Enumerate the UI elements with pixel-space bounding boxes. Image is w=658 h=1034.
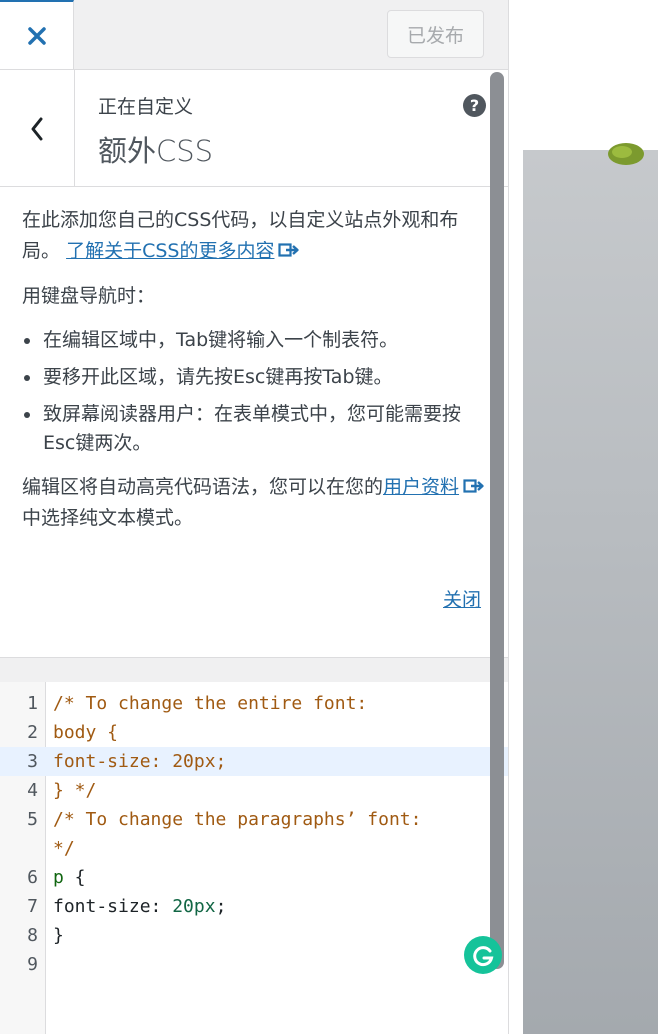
code-line[interactable]: 4 } */ [0,776,508,805]
css-selector: p [53,867,64,888]
customizer-sidebar: 已发布 正在自定义 额外CSS ? 在此添加您自己的CSS代码，以自定义站点外观… [0,0,509,1034]
list-item: 要移开此区域，请先按Esc键再按Tab键。 [22,363,488,392]
close-customizer-button[interactable] [0,0,74,69]
code-line-active[interactable]: 3 font-size: 20px; [0,747,508,776]
code-line[interactable]: 8 } [0,921,508,950]
section-header: 正在自定义 额外CSS ? [0,70,508,187]
user-profile-link[interactable]: 用户资料 [383,476,459,498]
keyboard-heading: 用键盘导航时： [22,285,156,307]
code-line[interactable]: 6 p { [0,863,508,892]
customizing-label: 正在自定义 [98,96,194,118]
highlight-paragraph: 编辑区将自动高亮代码语法，您可以在您的用户资料中选择纯文本模式。 [22,472,488,534]
code-line[interactable]: 5 /* To change the paragraphs’ font: [0,805,508,834]
code-line-wrapped[interactable]: */ [0,834,508,863]
line-number: 8 [27,925,38,946]
grammarly-g-glyph [473,946,494,967]
line-number: 9 [27,954,38,975]
help-question-icon[interactable]: ? [463,94,486,117]
external-link-icon [463,479,484,493]
close-description-link[interactable]: 关闭 [443,585,481,612]
close-x-icon [27,26,46,45]
code-line[interactable]: 7 font-size: 20px; [0,892,508,921]
code-brace: { [63,867,86,888]
line-number: 6 [27,867,38,888]
css-code-editor[interactable]: 1 /* To change the entire font: 2 body {… [0,682,508,1034]
list-item: 在编辑区域中，Tab键将输入一个制表符。 [22,326,488,355]
code-text: /* To change the paragraphs’ font: [53,809,422,830]
grammarly-icon[interactable] [464,936,502,974]
css-value: 20px [172,896,216,917]
chevron-left-icon [31,117,43,140]
code-text: body { [53,722,119,743]
code-line[interactable]: 9 [0,950,508,979]
line-number: 4 [27,780,38,801]
code-text: /* To change the entire font: [53,693,368,714]
external-link-icon [278,243,300,257]
code-text: } [53,925,64,946]
code-text: p { [53,863,86,892]
line-number: 2 [27,722,38,743]
code-line[interactable]: 1 /* To change the entire font: [0,689,508,718]
line-number: 3 [27,751,38,772]
line-number: 7 [27,896,38,917]
intro-paragraph: 在此添加您自己的CSS代码，以自定义站点外观和布局。 了解关于CSS的更多内容 [22,205,488,267]
line-number: 1 [27,693,38,714]
code-text: font-size: 20px; [53,751,227,772]
leaf-image [608,143,644,165]
section-title: 额外CSS [98,134,214,168]
code-text: font-size: 20px; [53,892,226,921]
highlight-text: 编辑区将自动高亮代码语法，您可以在您的 [22,476,384,498]
help-glyph: ? [469,96,480,115]
css-description: 在此添加您自己的CSS代码，以自定义站点外观和布局。 了解关于CSS的更多内容 … [22,205,488,548]
learn-more-css-link[interactable]: 了解关于CSS的更多内容 [66,240,274,262]
code-semicolon: ; [215,896,227,917]
publish-button[interactable]: 已发布 [387,10,484,58]
line-number: 5 [27,809,38,830]
code-line[interactable]: 2 body { [0,718,508,747]
list-item: 致屏幕阅读器用户：在表单模式中，您可能需要按Esc键两次。 [22,400,488,458]
editor-divider [0,657,508,682]
css-property: font-size: [53,896,173,917]
keyboard-tips-list: 在编辑区域中，Tab键将输入一个制表符。 要移开此区域，请先按Esc键再按Tab… [22,326,488,458]
code-text: */ [53,838,75,859]
sidebar-scrollbar[interactable] [490,72,504,969]
code-text: } */ [53,780,97,801]
site-preview[interactable] [523,143,658,1034]
highlight-text-end: 中选择纯文本模式。 [22,507,194,529]
customizer-top-bar: 已发布 [0,0,508,70]
back-button[interactable] [0,70,75,187]
